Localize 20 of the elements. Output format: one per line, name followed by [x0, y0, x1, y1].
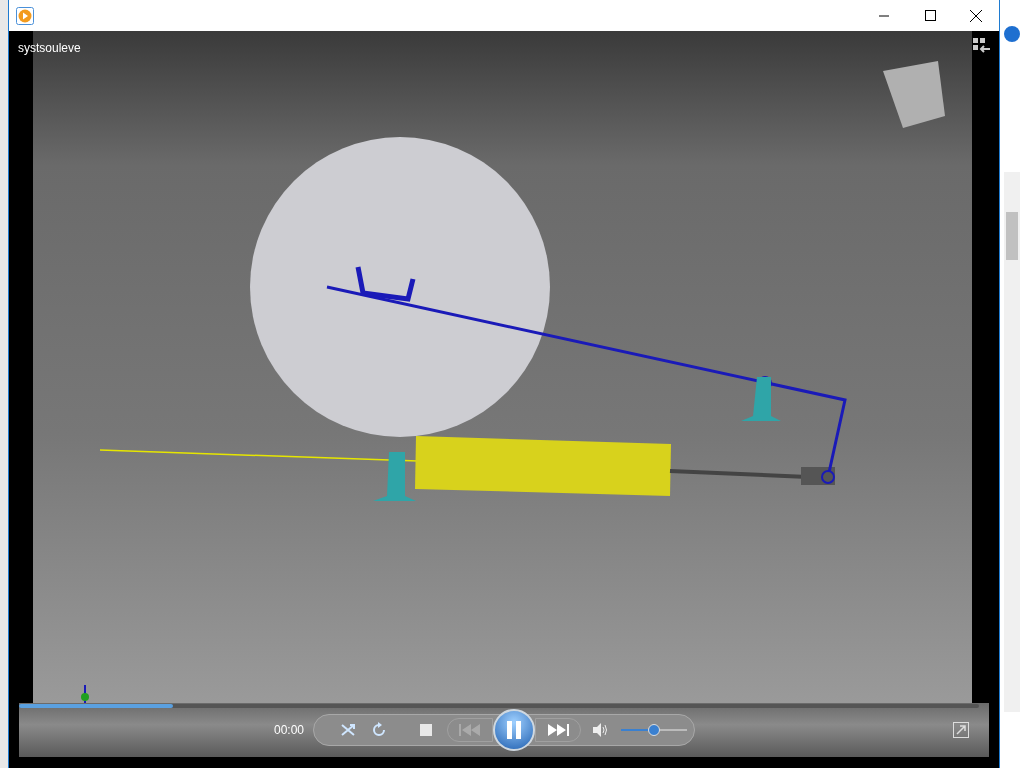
volume-icon[interactable]: [593, 723, 609, 737]
pause-icon: [507, 721, 521, 739]
maximize-icon: [924, 10, 936, 21]
next-icon: [547, 724, 569, 736]
scrollbar[interactable]: [1004, 172, 1020, 712]
full-screen-icon[interactable]: [953, 722, 969, 738]
video-title: systsouleve: [18, 40, 81, 57]
scroll-thumb[interactable]: [1006, 212, 1018, 260]
seek-bar[interactable]: [19, 704, 979, 708]
volume-thumb[interactable]: [648, 724, 660, 736]
time-display: 00:00: [274, 722, 305, 739]
close-icon: [970, 9, 982, 22]
repeat-icon[interactable]: [371, 722, 387, 738]
previous-icon: [459, 724, 481, 736]
volume-slider[interactable]: [621, 724, 687, 736]
pause-button[interactable]: [493, 709, 535, 751]
help-icon[interactable]: [1004, 26, 1020, 42]
app-icon: [16, 6, 34, 25]
shuffle-icon[interactable]: [340, 722, 356, 738]
switch-to-library-icon[interactable]: [973, 38, 991, 54]
